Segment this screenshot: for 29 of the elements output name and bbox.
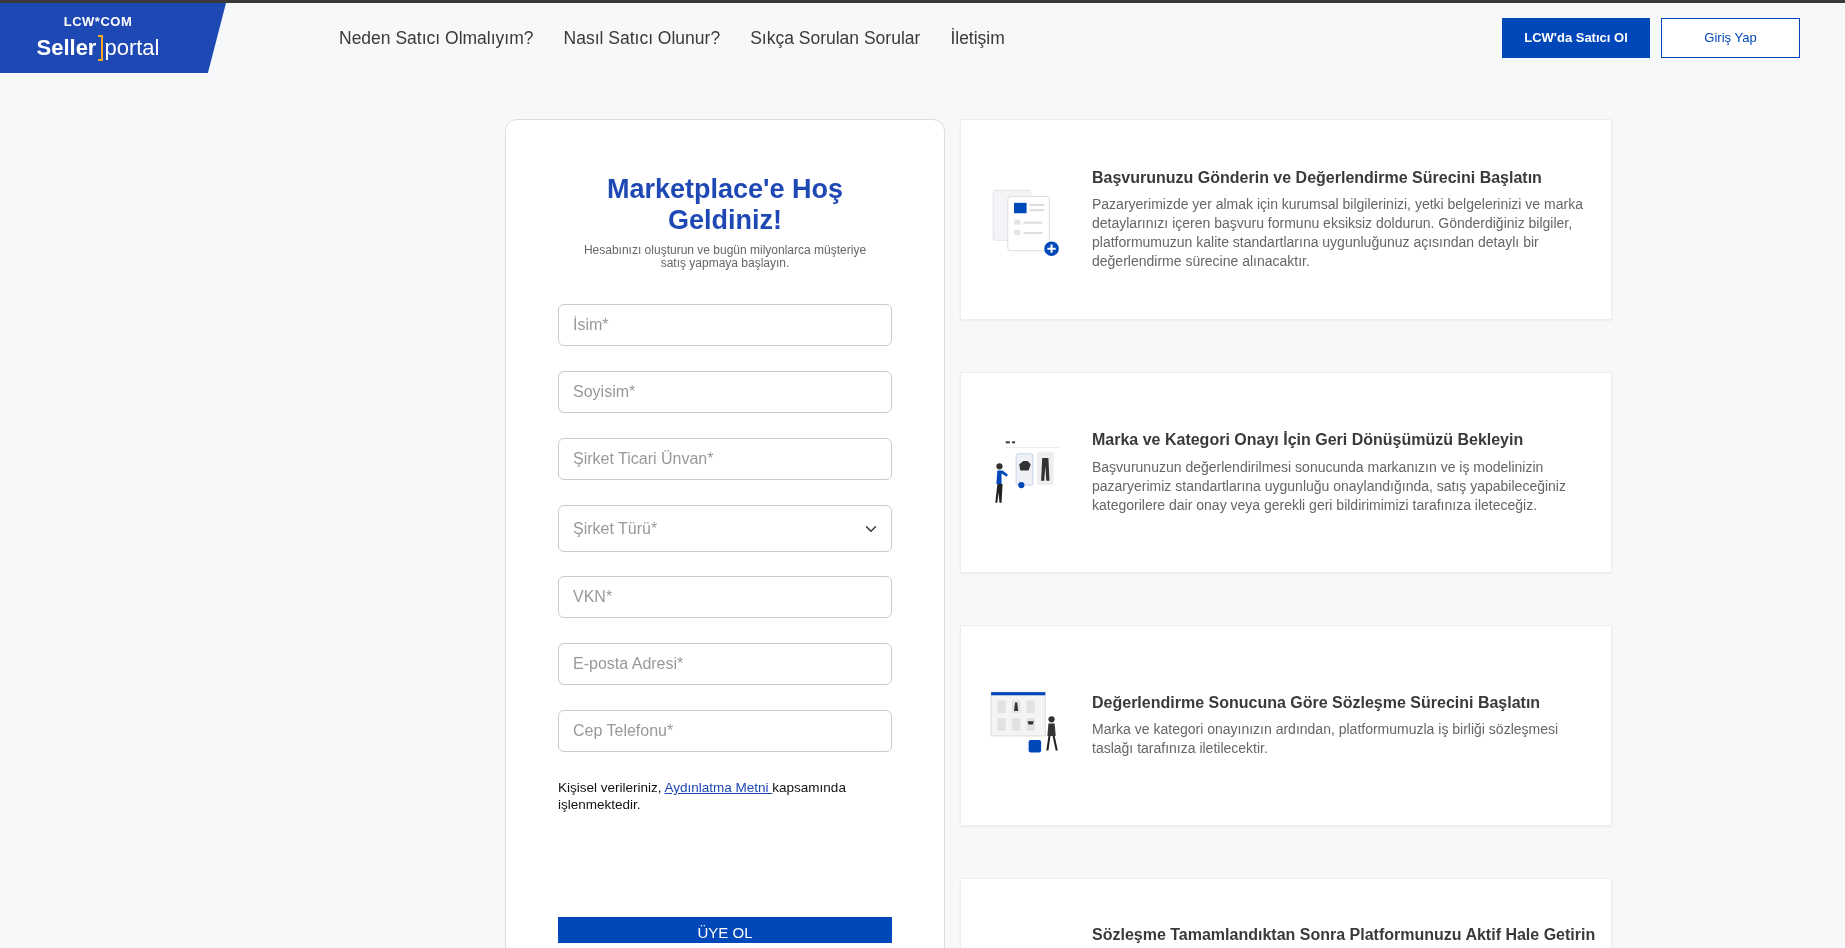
logo[interactable]: LCW*COM Seller portal — [0, 3, 226, 73]
input-field[interactable]: VKN* — [558, 576, 892, 619]
submit-button[interactable]: ÜYE OL — [558, 916, 892, 943]
logo-text: portal — [104, 36, 160, 59]
login-button[interactable]: Giriş Yap — [1661, 18, 1800, 58]
input-field[interactable]: Cep Telefonu* — [558, 710, 892, 753]
step-title: Sözleşme Tamamlandıktan Sonra Platformunuzu Aktif Hale Getirin — [1092, 925, 1596, 945]
step-text: Marka ve kategori onayınızın ardından, platformumuzla iş birliği sözleşmesi taslağı tarafınıza iletilecektir. — [1092, 720, 1560, 759]
nav-link[interactable]: Sıkça Sorulan Sorular — [750, 24, 921, 52]
step-text: Başvurunuzun değerlendirilmesi sonucunda markanızın ve iş modelinizin pazaryerimiz standartlarına uygunluğu onaylandığında, satış yapabileceğiniz kategorilere dair onay veya gerekli geri bildirimimizi tarafınıza ileteceğiz. — [1092, 457, 1567, 515]
nav-link[interactable]: Neden Satıcı Olmalıyım? — [339, 24, 534, 52]
step-title: Başvurunuzu Gönderin ve Değerlendirme Sürecini Başlatın — [1092, 167, 1543, 188]
logo-brand-text: LCW*COM — [63, 14, 133, 28]
input-field[interactable]: İsim* — [558, 304, 892, 347]
nav-link[interactable]: Nasıl Satıcı Olunur? — [563, 24, 721, 52]
step-title: Değerlendirme Sonucuna Göre Sözleşme Sürecini Başlatın — [1092, 692, 1542, 713]
form-subtitle: Hesabınızı oluşturun ve bugün milyonlarca müşteriye satış yapmaya başlayın. — [582, 244, 868, 271]
bracket-icon — [96, 33, 105, 62]
form-title: Marketplace'e Hoş Geldiniz! — [606, 174, 844, 237]
input-field[interactable]: Şirket Ticari Ünvan* — [558, 438, 892, 481]
consent-text: Kişisel verileriniz, Aydınlatma Metni kapsamında işlenmektedir. — [558, 780, 847, 813]
step-text: Pazaryerimizde yer almak için kurumsal bilgilerinizi, yetki belgelerinizi ve marka detaylarınızı içeren başvuru formunu eksiksiz doldurun. Gönderdiğiniz bilgiler, platformumuzun kalite standartlarına uygunluğunuz açısından detaylı bir değerlendirme sürecine alınacaktır. — [1092, 195, 1584, 272]
step-title: Marka ve Kategori Onayı İçin Geri Dönüşümüzü Bekleyin — [1092, 430, 1525, 450]
input-field[interactable]: E-posta Adresi* — [558, 643, 892, 686]
nav-link[interactable]: İletişim — [950, 24, 1005, 52]
input-field[interactable]: Soyisim* — [558, 371, 892, 414]
logo-text: Seller — [36, 36, 97, 59]
register-button[interactable]: LCW'da Satıcı Ol — [1502, 18, 1650, 58]
privacy-link[interactable]: Aydınlatma Metni — [664, 780, 773, 796]
